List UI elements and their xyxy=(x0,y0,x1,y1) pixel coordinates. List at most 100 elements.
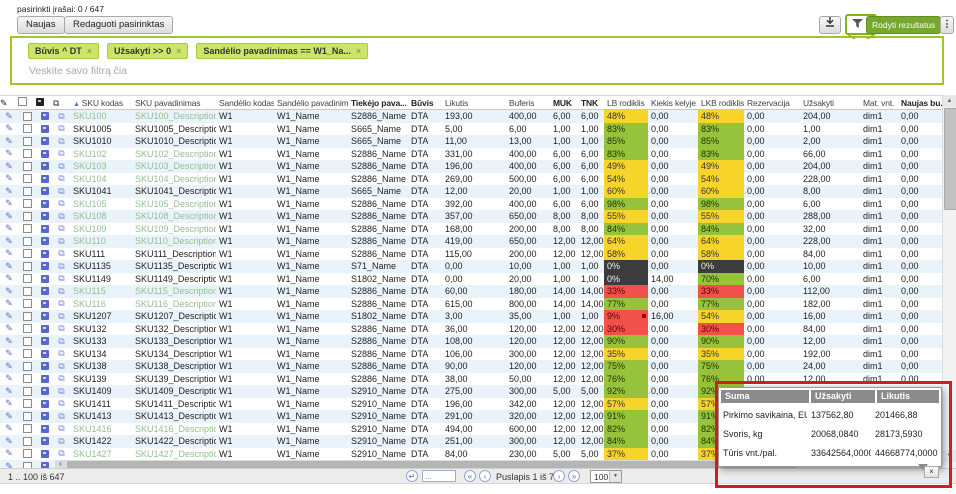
next-page-button[interactable]: › xyxy=(553,470,565,482)
copy-icon[interactable]: ⧉ xyxy=(58,437,64,446)
row-checkbox[interactable] xyxy=(23,374,32,383)
copy-icon[interactable]: ⧉ xyxy=(58,337,64,346)
table-row[interactable]: ✎⧉SKU1010SKU1010_DescriptionW1W1_NameS66… xyxy=(0,135,942,148)
row-checkbox[interactable] xyxy=(23,137,32,146)
row-checkbox[interactable] xyxy=(23,112,32,121)
copy-icon[interactable]: ⧉ xyxy=(58,212,64,221)
table-row[interactable]: ✎⧉SKU1149SKU1149_DescriptionW1W1_NameS18… xyxy=(0,273,942,286)
copy-icon[interactable]: ⧉ xyxy=(58,187,64,196)
edit-icon[interactable]: ✎ xyxy=(5,112,13,121)
table-row[interactable]: ✎⧉SKU110SKU110_DescriptionW1W1_NameS2886… xyxy=(0,235,942,248)
column-header-lb-rodiklis[interactable]: LB rodiklis xyxy=(604,98,648,108)
filter-chip[interactable]: Užsakyti >> 0× xyxy=(107,43,188,59)
details-icon[interactable] xyxy=(41,150,49,158)
vertical-scrollbar-thumb[interactable] xyxy=(944,108,956,210)
copy-icon[interactable]: ⧉ xyxy=(58,274,64,283)
edit-icon[interactable]: ✎ xyxy=(5,174,13,183)
details-icon[interactable] xyxy=(41,200,49,208)
copy-icon[interactable]: ⧉ xyxy=(58,249,64,258)
details-icon[interactable] xyxy=(41,450,49,458)
new-button[interactable]: Naujas xyxy=(17,16,65,34)
copy-icon[interactable]: ⧉ xyxy=(58,387,64,396)
copy-icon[interactable]: ⧉ xyxy=(58,324,64,333)
copy-icon[interactable]: ⧉ xyxy=(58,124,64,133)
row-checkbox[interactable] xyxy=(23,174,32,183)
table-row[interactable]: ✎⧉SKU115SKU115_DescriptionW1W1_NameS2886… xyxy=(0,285,942,298)
table-row[interactable]: ✎⧉SKU104SKU104_DescriptionW1W1_NameS2886… xyxy=(0,173,942,186)
table-row[interactable]: ✎⧉SKU116SKU116_DescriptionW1W1_NameS2886… xyxy=(0,298,942,311)
prev-page-button[interactable]: ‹ xyxy=(479,470,491,482)
row-checkbox[interactable] xyxy=(23,449,32,458)
edit-icon[interactable]: ✎ xyxy=(5,437,13,446)
edit-icon[interactable]: ✎ xyxy=(5,349,13,358)
column-header-buferis[interactable]: Buferis xyxy=(506,98,550,108)
column-header-sku-pavadinimas[interactable]: SKU pavadinimas xyxy=(132,98,216,108)
row-checkbox[interactable] xyxy=(23,349,32,358)
row-checkbox[interactable] xyxy=(23,237,32,246)
column-header-tnk[interactable]: TNK xyxy=(578,98,604,108)
row-checkbox[interactable] xyxy=(23,199,32,208)
row-checkbox[interactable] xyxy=(23,262,32,271)
row-checkbox[interactable] xyxy=(23,324,32,333)
details-icon[interactable] xyxy=(41,287,49,295)
details-icon[interactable] xyxy=(41,112,49,120)
row-checkbox[interactable] xyxy=(23,224,32,233)
copy-icon[interactable]: ⧉ xyxy=(58,199,64,208)
scroll-up-icon[interactable]: ▲ xyxy=(943,95,956,107)
column-header-buvis[interactable]: Būvis xyxy=(408,98,442,108)
copy-icon[interactable]: ⧉ xyxy=(58,412,64,421)
details-icon[interactable] xyxy=(41,412,49,420)
table-row[interactable]: ✎⧉SKU138SKU138_DescriptionW1W1_NameS2886… xyxy=(0,360,942,373)
details-icon[interactable] xyxy=(41,425,49,433)
vertical-scrollbar[interactable]: ▲ ▼ xyxy=(942,95,956,468)
copy-icon[interactable]: ⧉ xyxy=(58,299,64,308)
table-row[interactable]: ✎⧉SKU109SKU109_DescriptionW1W1_NameS2886… xyxy=(0,223,942,236)
column-header-muk[interactable]: MUK xyxy=(550,98,578,108)
copy-icon[interactable]: ⧉ xyxy=(58,424,64,433)
more-options-button[interactable]: ⋮ xyxy=(940,16,954,34)
scroll-down-icon[interactable]: ▼ xyxy=(943,450,956,462)
copy-icon[interactable]: ⧉ xyxy=(58,362,64,371)
details-icon[interactable] xyxy=(41,375,49,383)
first-page-button[interactable]: « xyxy=(464,470,476,482)
edit-selected-button[interactable]: Redaguoti pasirinktas xyxy=(64,16,173,34)
copy-icon[interactable]: ⧉ xyxy=(58,349,64,358)
copy-icon[interactable]: ⧉ xyxy=(58,137,64,146)
row-checkbox[interactable] xyxy=(23,299,32,308)
edit-icon[interactable]: ✎ xyxy=(5,387,13,396)
row-checkbox[interactable] xyxy=(23,312,32,321)
details-icon[interactable] xyxy=(41,262,49,270)
page-size-select[interactable]: 100▼ xyxy=(590,470,622,483)
copy-icon[interactable]: ⧉ xyxy=(58,174,64,183)
edit-icon[interactable]: ✎ xyxy=(5,362,13,371)
edit-icon[interactable]: ✎ xyxy=(5,212,13,221)
edit-icon[interactable]: ✎ xyxy=(5,249,13,258)
row-checkbox[interactable] xyxy=(23,362,32,371)
edit-icon[interactable]: ✎ xyxy=(5,199,13,208)
edit-icon[interactable]: ✎ xyxy=(5,187,13,196)
edit-icon[interactable]: ✎ xyxy=(5,337,13,346)
table-row[interactable]: ✎⧉SKU1135SKU1135_DescriptionW1W1_NameS71… xyxy=(0,260,942,273)
copy-icon[interactable]: ⧉ xyxy=(58,149,64,158)
table-row[interactable]: ✎⧉SKU102SKU102_DescriptionW1W1_NameS2886… xyxy=(0,148,942,161)
popup-close-button[interactable]: × xyxy=(924,466,939,478)
table-row[interactable]: ✎⧉SKU100SKU100_DescriptionW1W1_NameS2886… xyxy=(0,110,942,123)
filter-chip[interactable]: Sandėlio pavadinimas == W1_Na...× xyxy=(196,43,368,59)
edit-icon[interactable]: ✎ xyxy=(5,287,13,296)
details-icon[interactable] xyxy=(41,437,49,445)
chip-close-icon[interactable]: × xyxy=(87,46,92,56)
column-header-sku-kodas[interactable]: ▲SKU kodas xyxy=(70,98,132,108)
copy-icon[interactable]: ⧉ xyxy=(58,237,64,246)
copy-icon[interactable]: ⧉ xyxy=(58,374,64,383)
edit-icon[interactable]: ✎ xyxy=(5,324,13,333)
table-row[interactable]: ✎⧉SKU1005SKU1005_DescriptionW1W1_NameS66… xyxy=(0,123,942,136)
edit-icon[interactable]: ✎ xyxy=(5,224,13,233)
chip-close-icon[interactable]: × xyxy=(176,46,181,56)
filter-chip[interactable]: Būvis ^ DT× xyxy=(28,43,99,59)
copy-icon[interactable]: ⧉ xyxy=(58,312,64,321)
row-checkbox[interactable] xyxy=(23,149,32,158)
details-icon[interactable] xyxy=(41,187,49,195)
select-all-checkbox[interactable] xyxy=(18,97,27,106)
edit-icon[interactable]: ✎ xyxy=(5,237,13,246)
copy-icon[interactable]: ⧉ xyxy=(58,449,64,458)
